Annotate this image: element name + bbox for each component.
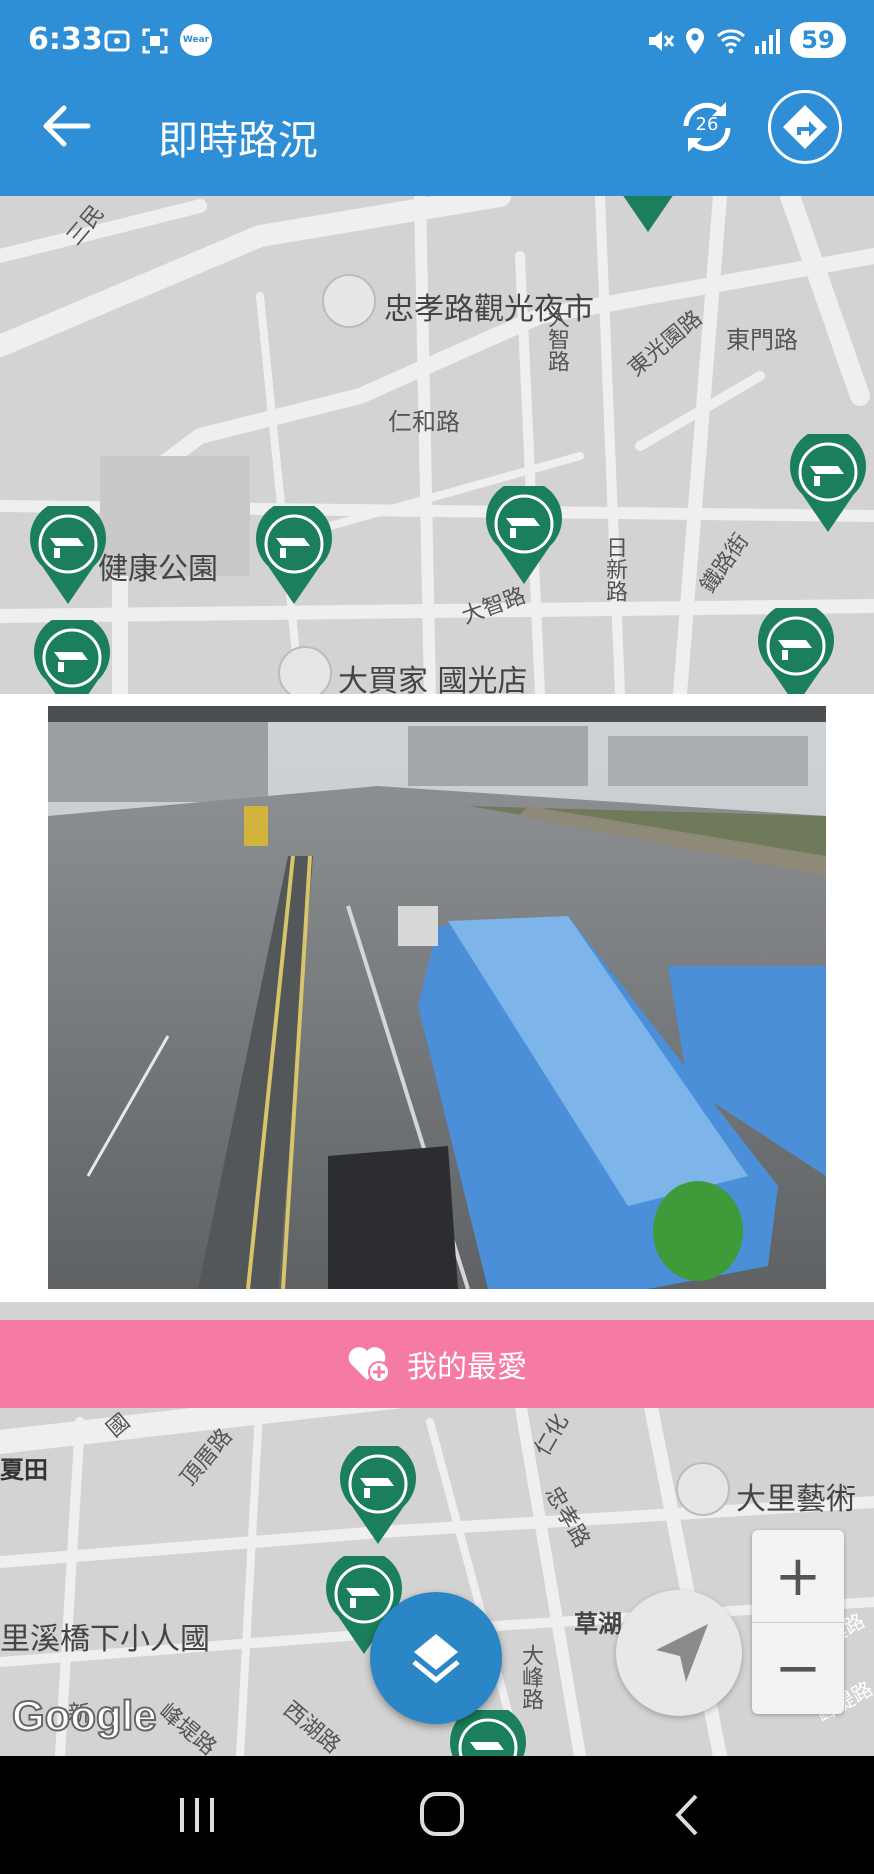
layers-icon [412,1634,460,1684]
back-arrow-icon[interactable] [36,96,96,156]
camera-pin-icon[interactable] [790,434,866,534]
shop-lock-icon[interactable] [278,646,332,694]
map-label: 大智路 [544,306,569,372]
camera-place-icon[interactable] [676,1462,730,1516]
zoom-in-button[interactable]: + [752,1530,844,1623]
battery-badge: 59 [790,22,846,58]
zoom-out-button[interactable]: − [752,1622,844,1714]
status-time: 6:33 [28,22,103,57]
map-label: 健康公園 [98,552,218,587]
camera-pin-icon[interactable] [30,506,106,606]
refresh-count: 26 [695,114,719,135]
map-label: 大里藝術 [736,1482,856,1517]
recent-apps-icon[interactable] [176,1794,218,1836]
map-label: 東門路 [726,326,798,354]
camera-pin-icon[interactable] [610,196,686,234]
system-nav-bar [0,1756,874,1874]
wifi-icon [716,29,746,54]
camera-pin-icon[interactable] [486,486,562,586]
refresh-button[interactable]: 26 [676,96,738,158]
page-title: 即時路況 [158,118,318,164]
map-label: 夏田 [0,1456,48,1484]
traffic-camera-image[interactable] [48,706,826,1289]
map-top[interactable]: 三民 忠孝路觀光夜市 大智路 東光園路 東門路 仁和路 健康公園 日新路 鐵路街… [0,196,874,694]
screenshot-icon [104,30,130,52]
app-header: 6:33 Wear 59 即時路況 26 [0,0,874,196]
back-icon[interactable] [668,1792,708,1838]
map-label: 日新路 [602,536,627,602]
navigation-arrow-icon [656,1624,708,1682]
google-logo: Google [11,1691,158,1740]
scan-icon [142,28,168,54]
location-icon [686,28,704,54]
map-label: 大買家 國光店 [338,664,528,694]
signal-icon [755,29,780,54]
directions-button[interactable] [768,90,842,164]
camera-pin-icon[interactable] [34,620,110,694]
shopping-cart-icon[interactable] [322,274,376,328]
camera-pin-icon[interactable] [758,608,834,694]
zoom-control: + − [752,1530,844,1714]
directions-icon [783,105,827,149]
wear-badge: Wear [180,24,212,56]
add-favorite-button[interactable]: 我的最愛 [0,1320,874,1408]
camera-pin-icon[interactable] [256,506,332,606]
map-label: 仁和路 [388,408,460,436]
road-network [0,196,874,694]
layers-button[interactable] [370,1592,502,1724]
map-label: 里溪橋下小人國 [0,1622,210,1657]
favorite-label: 我的最愛 [407,1350,527,1385]
mute-icon [649,31,675,51]
home-icon[interactable] [418,1790,466,1838]
map-label: 草湖 [574,1610,622,1638]
heart-plus-icon [348,1347,390,1383]
my-location-button[interactable] [616,1590,742,1716]
map-label: 大峰路 [518,1644,543,1710]
camera-pin-icon[interactable] [340,1446,416,1546]
